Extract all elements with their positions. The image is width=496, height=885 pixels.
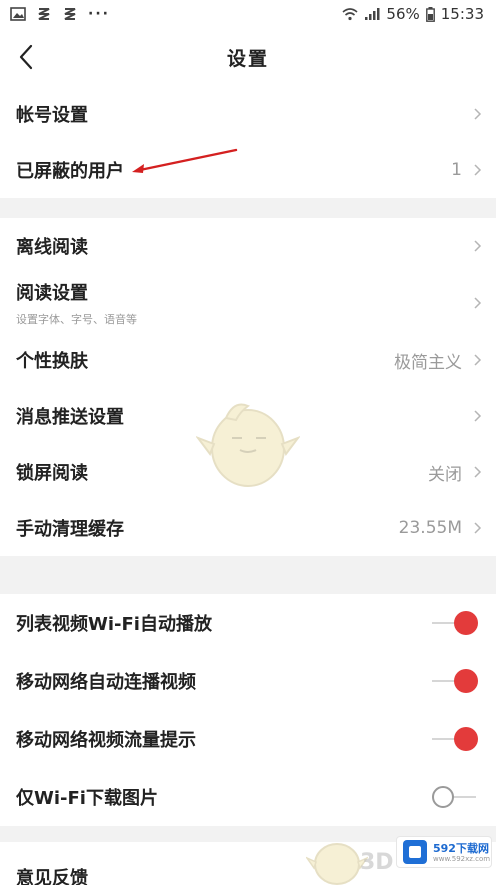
gallery-icon <box>10 7 26 21</box>
toggle-knob <box>454 669 478 693</box>
wifi-icon <box>342 8 358 21</box>
row-label: 锁屏阅读 <box>16 463 88 484</box>
wifi-autoplay-row: 列表视频Wi-Fi自动播放 <box>0 594 496 652</box>
chevron-right-icon <box>474 164 482 176</box>
battery-percent: 56% <box>386 5 420 23</box>
row-sublabel: 设置字体、字号、语音等 <box>16 313 137 326</box>
row-label: 列表视频Wi-Fi自动播放 <box>16 614 212 635</box>
toggle-knob <box>454 611 478 635</box>
reading-settings-group: 离线阅读 阅读设置 设置字体、字号、语音等 个性换肤 极简主义 消息推送设置 锁… <box>0 218 496 556</box>
watermark-3d-text: 3D <box>360 850 394 875</box>
chevron-right-icon <box>474 108 482 120</box>
back-arrow-icon[interactable] <box>14 42 42 72</box>
data-usage-alert-toggle[interactable] <box>432 726 482 752</box>
row-label: 阅读设置 <box>16 283 88 304</box>
chevron-right-icon <box>474 522 482 534</box>
video-settings-group: 列表视频Wi-Fi自动播放 移动网络自动连播视频 移动网络视频流量提示 仅Wi-… <box>0 594 496 826</box>
row-label: 帐号设置 <box>16 105 88 126</box>
watermark-brand: 592下载网 <box>433 841 489 855</box>
toggle-knob <box>432 786 454 808</box>
row-label: 已屏蔽的用户 <box>16 161 124 182</box>
theme-value: 极简主义 <box>394 352 462 373</box>
row-label: 移动网络自动连播视频 <box>16 672 196 693</box>
clear-cache-row[interactable]: 手动清理缓存 23.55M <box>0 500 496 556</box>
row-label: 消息推送设置 <box>16 407 124 428</box>
wifi-only-images-row: 仅Wi-Fi下载图片 <box>0 768 496 826</box>
row-label: 意见反馈 <box>16 868 88 885</box>
toggle-knob <box>454 727 478 751</box>
reading-settings-row[interactable]: 阅读设置 设置字体、字号、语音等 <box>0 274 496 332</box>
mobile-autoplay-toggle[interactable] <box>432 668 482 694</box>
blocked-users-row[interactable]: 已屏蔽的用户 1 <box>0 142 496 198</box>
account-settings-row[interactable]: 帐号设置 <box>0 86 496 142</box>
battery-icon <box>425 6 435 22</box>
offline-reading-row[interactable]: 离线阅读 <box>0 218 496 274</box>
cache-size: 23.55M <box>398 518 462 538</box>
theme-row[interactable]: 个性换肤 极简主义 <box>0 332 496 388</box>
page-title: 设置 <box>226 47 269 70</box>
site-logo-icon <box>403 840 427 864</box>
wifi-only-images-toggle[interactable] <box>432 784 482 810</box>
lockscreen-reading-row[interactable]: 锁屏阅读 关闭 <box>0 444 496 500</box>
wifi-autoplay-toggle[interactable] <box>432 610 482 636</box>
row-label: 手动清理缓存 <box>16 519 124 540</box>
chevron-right-icon <box>474 240 482 252</box>
row-label: 个性换肤 <box>16 351 88 372</box>
data-usage-alert-row: 移动网络视频流量提示 <box>0 710 496 768</box>
app-notification-icon <box>38 8 50 20</box>
site-watermark-badge: 592下载网 www.592xz.com <box>396 836 492 868</box>
chevron-right-icon <box>474 354 482 366</box>
row-label: 仅Wi-Fi下载图片 <box>16 788 158 809</box>
account-settings-group: 帐号设置 已屏蔽的用户 1 <box>0 86 496 198</box>
blocked-users-count: 1 <box>451 160 462 180</box>
row-label: 移动网络视频流量提示 <box>16 730 196 751</box>
chevron-right-icon <box>474 410 482 422</box>
lockscreen-value: 关闭 <box>428 464 462 485</box>
title-bar: 设置 <box>0 28 496 86</box>
mobile-autoplay-row: 移动网络自动连播视频 <box>0 652 496 710</box>
more-notifications-icon: ··· <box>88 6 110 22</box>
chevron-right-icon <box>474 297 482 309</box>
clock: 15:33 <box>440 5 484 23</box>
watermark-site: www.592xz.com <box>433 854 491 863</box>
app-notification-icon-2 <box>64 8 76 20</box>
row-label: 离线阅读 <box>16 237 88 258</box>
chevron-right-icon <box>474 466 482 478</box>
signal-icon <box>365 8 380 20</box>
status-bar: ··· 56% 15:33 <box>0 0 496 28</box>
push-settings-row[interactable]: 消息推送设置 <box>0 388 496 444</box>
